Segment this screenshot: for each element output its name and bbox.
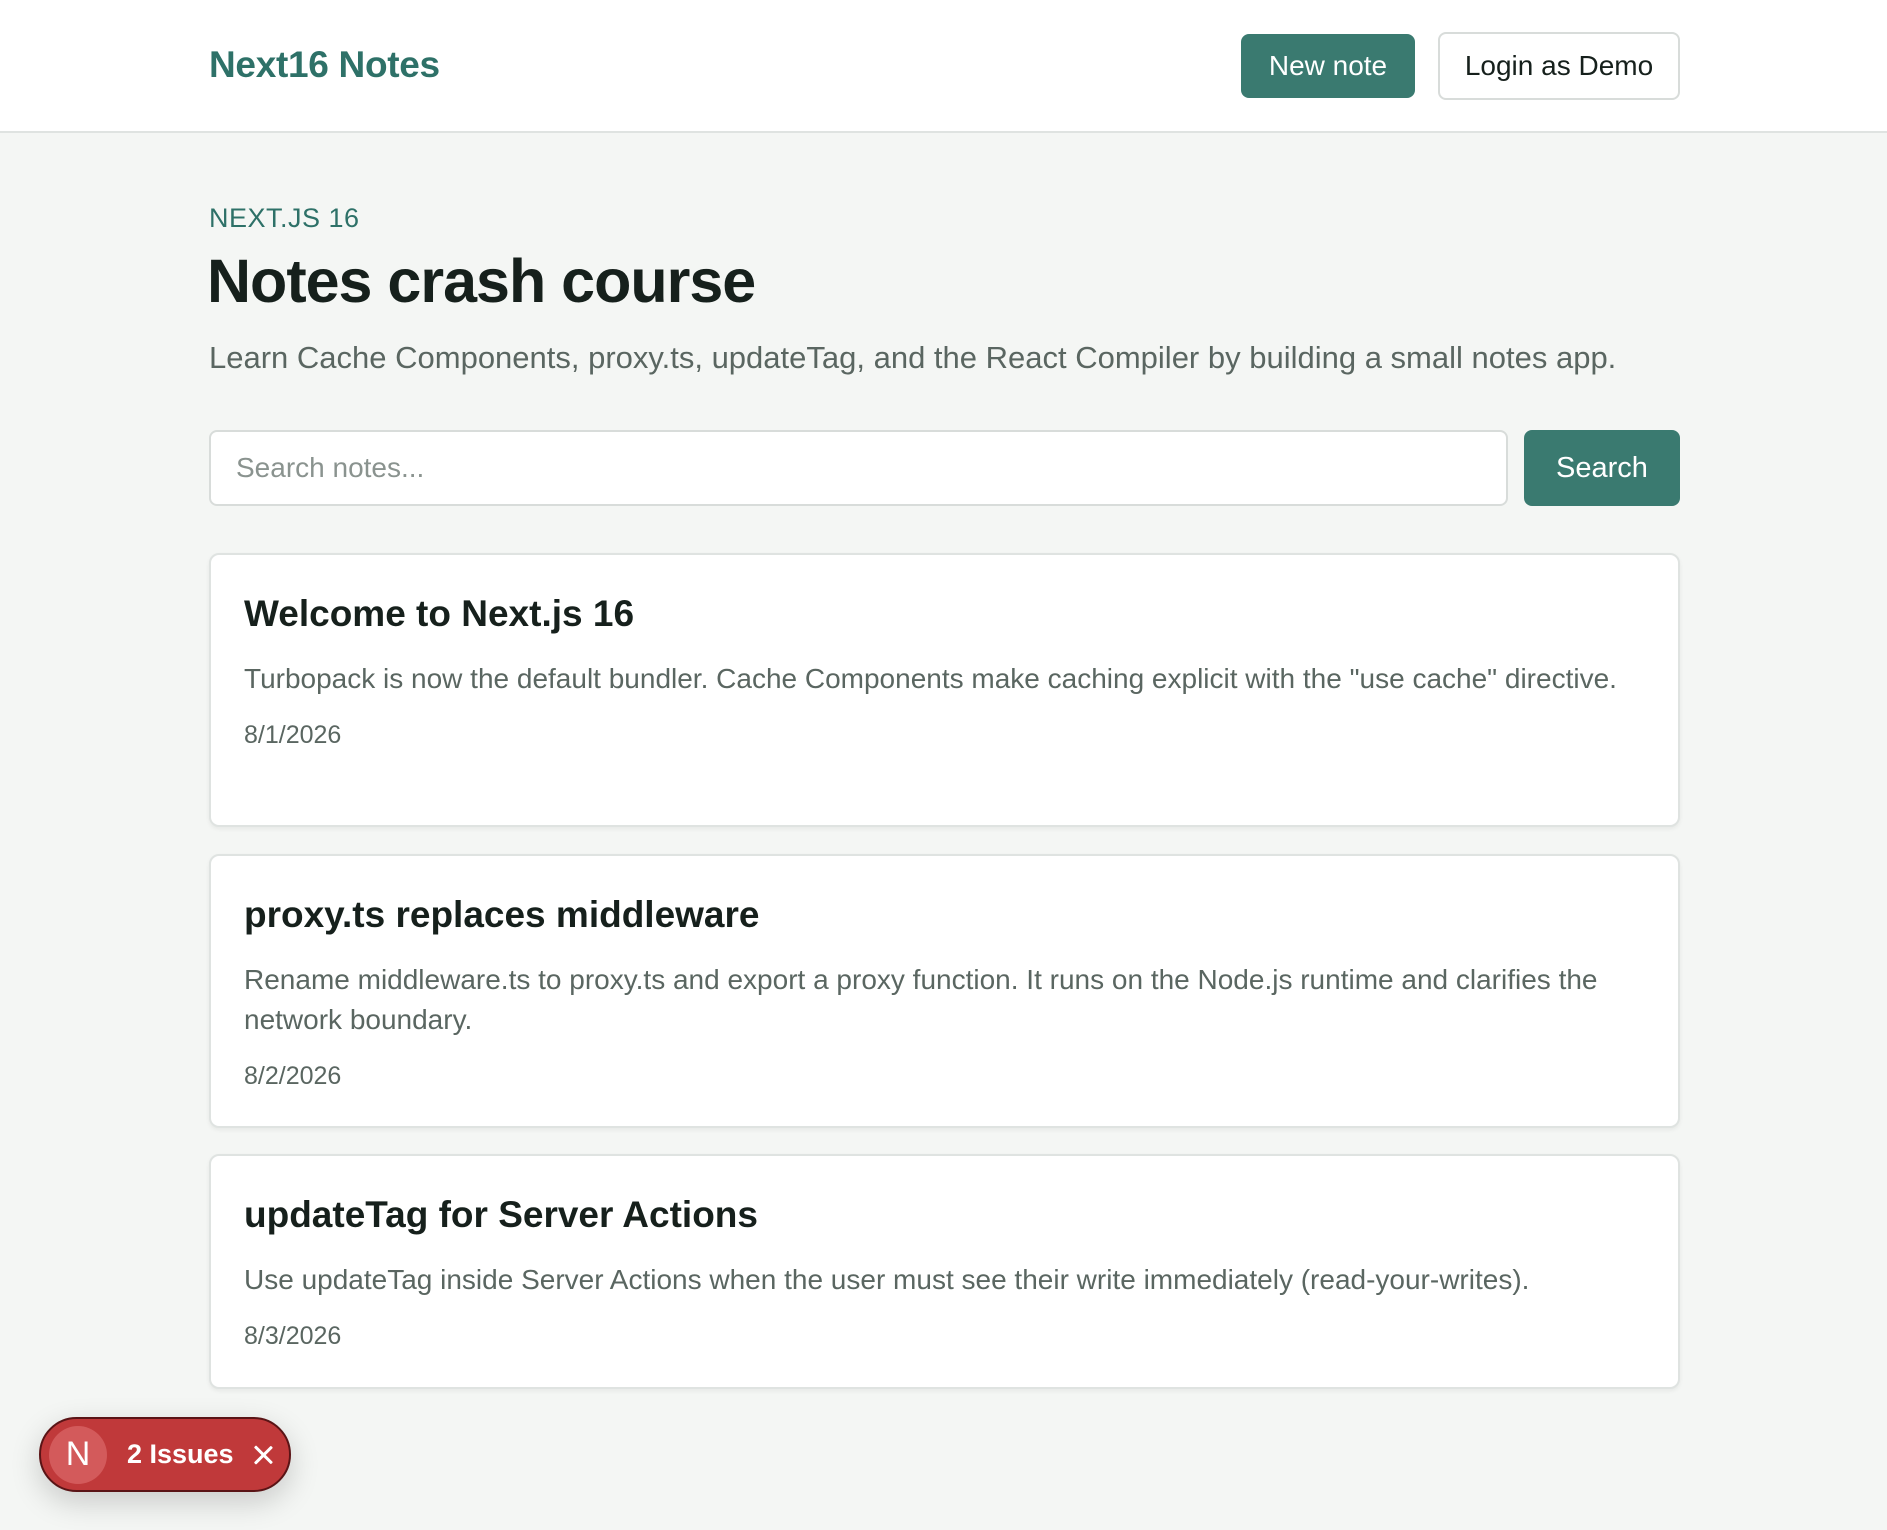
page-eyebrow: NEXT.JS 16 <box>209 203 360 233</box>
page-subtitle: Learn Cache Components, proxy.ts, update… <box>209 340 1617 375</box>
note-date: 8/1/2026 <box>244 721 342 749</box>
note-title[interactable]: proxy.ts replaces middleware <box>244 894 1645 936</box>
note-title[interactable]: Welcome to Next.js 16 <box>244 593 1645 635</box>
dev-issues-indicator[interactable]: N 2 Issues <box>39 1417 291 1492</box>
search-button[interactable]: Search <box>1524 430 1680 506</box>
brand-logo-link[interactable]: Next16 Notes <box>209 44 440 86</box>
nextjs-logo-icon[interactable]: N <box>49 1425 107 1484</box>
note-date: 8/2/2026 <box>244 1062 342 1090</box>
note-body: Turbopack is now the default bundler. Ca… <box>244 663 1617 694</box>
note-card[interactable]: Welcome to Next.js 16 Turbopack is now t… <box>209 553 1680 827</box>
note-title[interactable]: updateTag for Server Actions <box>244 1194 1645 1236</box>
issues-count-label[interactable]: 2 Issues <box>127 1439 234 1470</box>
close-icon[interactable] <box>252 1444 274 1466</box>
page-title: Notes crash course <box>207 247 756 315</box>
top-navbar: Next16 Notes New note Login as Demo <box>0 0 1887 133</box>
note-card[interactable]: updateTag for Server Actions Use updateT… <box>209 1154 1680 1389</box>
note-body: Rename middleware.ts to proxy.ts and exp… <box>244 964 1598 1035</box>
note-card[interactable]: proxy.ts replaces middleware Rename midd… <box>209 854 1680 1128</box>
new-note-button[interactable]: New note <box>1241 34 1415 98</box>
login-demo-button[interactable]: Login as Demo <box>1438 32 1680 100</box>
search-input[interactable] <box>209 430 1508 506</box>
note-date: 8/3/2026 <box>244 1322 342 1350</box>
note-body: Use updateTag inside Server Actions when… <box>244 1264 1530 1295</box>
